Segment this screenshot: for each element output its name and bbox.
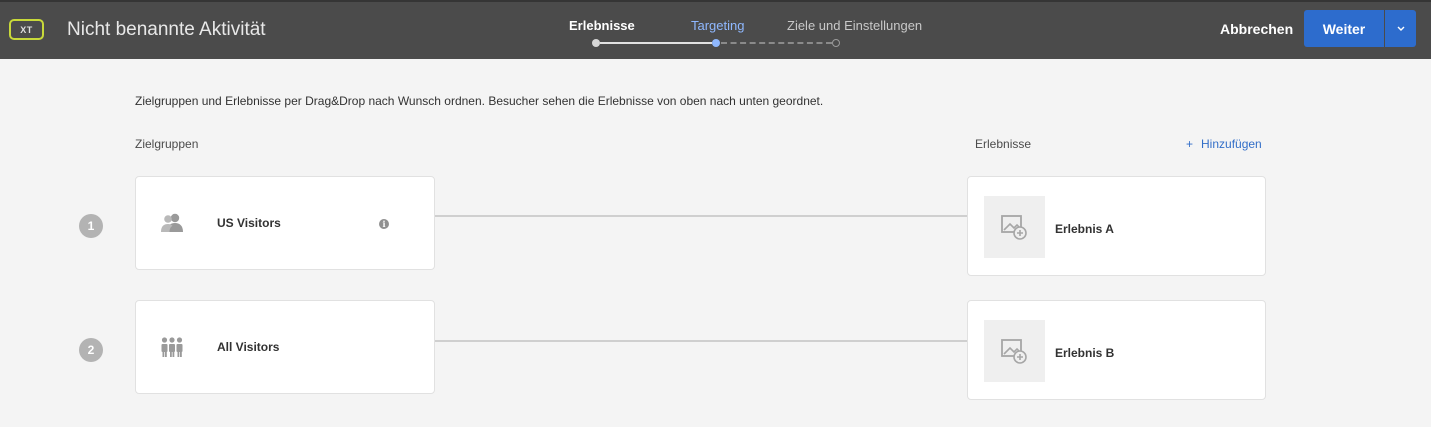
step-goals-settings[interactable]: Ziele und Einstellungen	[787, 18, 922, 33]
step-dot-goals-settings	[832, 39, 840, 47]
step-experiences[interactable]: Erlebnisse	[569, 18, 635, 33]
experiences-heading: Erlebnisse	[975, 137, 1032, 151]
instruction-text: Zielgruppen und Erlebnisse per Drag&Drop…	[135, 94, 824, 108]
row-number: 2	[79, 338, 103, 362]
step-targeting[interactable]: Targeting	[691, 18, 744, 33]
top-bar: XT Nicht benannte Aktivität Erlebnisse T…	[0, 0, 1431, 59]
experience-card-b[interactable]: Erlebnis B	[967, 300, 1266, 400]
add-image-icon	[1001, 339, 1027, 364]
experience-name: Erlebnis A	[1055, 222, 1114, 236]
experience-thumbnail[interactable]	[984, 320, 1045, 382]
audience-card-all-visitors[interactable]: All Visitors	[135, 300, 435, 394]
row-number: 1	[79, 214, 103, 238]
audience-name: US Visitors	[217, 216, 281, 230]
next-button[interactable]: Weiter	[1304, 10, 1384, 47]
add-image-icon	[1001, 215, 1027, 240]
experience-card-a[interactable]: Erlebnis A	[967, 176, 1266, 276]
activity-type-badge: XT	[9, 19, 44, 40]
audiences-heading: Zielgruppen	[135, 137, 199, 151]
user-group-icon	[161, 213, 183, 232]
chevron-down-icon	[1397, 26, 1404, 31]
step-progress-line-completed	[600, 42, 712, 44]
connector-line	[435, 340, 967, 342]
add-experience-label: Hinzufügen	[1201, 137, 1262, 151]
experience-name: Erlebnis B	[1055, 346, 1115, 360]
add-experience-link[interactable]: + Hinzufügen	[1186, 137, 1262, 151]
step-dot-experiences	[592, 39, 600, 47]
next-options-button[interactable]	[1385, 10, 1416, 47]
plus-icon: +	[1186, 137, 1194, 151]
cancel-button[interactable]: Abbrechen	[1220, 21, 1293, 37]
activity-title[interactable]: Nicht benannte Aktivität	[67, 19, 266, 41]
audience-card-us-visitors[interactable]: US Visitors i	[135, 176, 435, 270]
info-icon[interactable]: i	[379, 219, 389, 229]
experience-thumbnail[interactable]	[984, 196, 1045, 258]
connector-line	[435, 215, 967, 217]
step-dot-targeting	[712, 39, 720, 47]
people-group-icon	[161, 337, 183, 357]
step-progress-line-upcoming	[721, 42, 832, 44]
audience-name: All Visitors	[217, 340, 280, 354]
